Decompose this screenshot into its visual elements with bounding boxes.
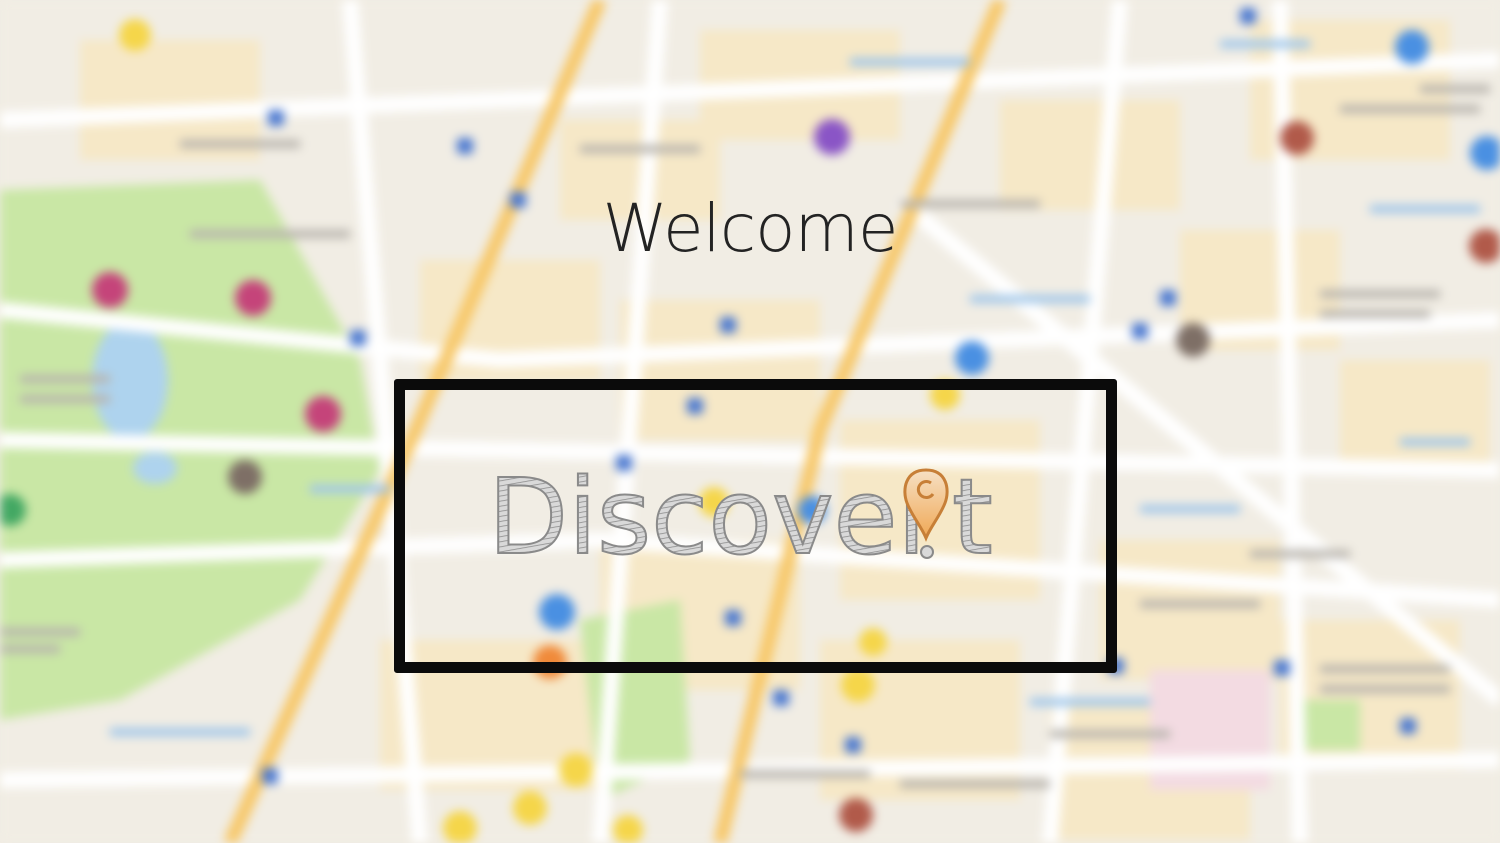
page-title: Welcome: [602, 190, 899, 267]
logo-frame: [394, 379, 1117, 673]
